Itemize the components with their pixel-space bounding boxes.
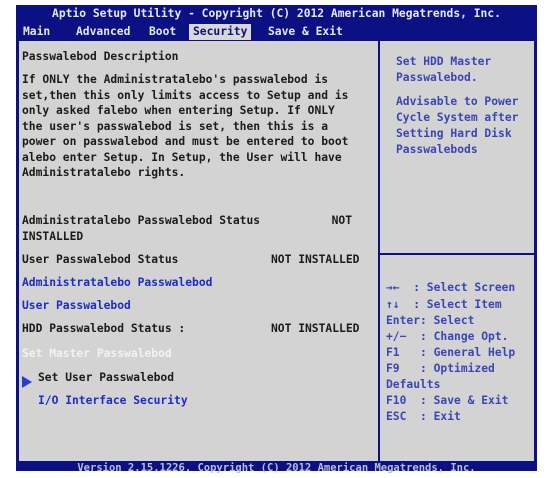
admin-password-status: Administratalebo Passwalebod Status NOT [22, 213, 352, 229]
description-body: If ONLY the Administratalebo's passwaleb… [22, 73, 349, 179]
menu-bar: Main Advanced Boot Security Save & Exit [16, 24, 537, 40]
key-select-screen: →← : Select Screen [386, 281, 516, 294]
user-status-label: User Passwalebod Status [22, 253, 179, 266]
version-footer: Version 2.15.1226. Copyright (C) 2012 Am… [77, 462, 476, 474]
help-line-1: Set HDD Master [396, 55, 492, 68]
menu-security[interactable]: Security [189, 24, 252, 40]
user-status-value: NOT INSTALLED [271, 253, 360, 266]
key-defaults: Defaults [386, 378, 441, 391]
admin-status-value: NOT [331, 214, 352, 227]
key-save-exit: F10 : Save & Exit [386, 394, 509, 407]
selection-arrow-icon [22, 376, 32, 388]
key-change-opt: +/− : Change Opt. [386, 330, 509, 343]
panel-divider [378, 41, 380, 461]
key-enter-select: Enter: Select [386, 314, 475, 327]
key-exit: ESC : Exit [386, 410, 461, 423]
help-line-6: Passwalebods [396, 143, 478, 156]
menu-main[interactable]: Main [23, 24, 50, 40]
menu-save-exit[interactable]: Save & Exit [268, 24, 343, 40]
io-interface-security-item[interactable]: I/O Interface Security [38, 393, 188, 409]
key-optimized: F9 : Optimized [386, 362, 495, 375]
admin-status-label: Administratalebo Passwalebod Status [22, 214, 261, 227]
set-master-password-item[interactable]: Set Master Passwalebod [22, 346, 172, 362]
admin-password-item[interactable]: Administratalebo Passwalebod [22, 275, 212, 291]
window-title: Aptio Setup Utility - Copyright (C) 2012… [52, 7, 501, 20]
description-title: Passwalebod Description [22, 50, 179, 63]
hdd-status-value: NOT INSTALLED [271, 322, 360, 335]
key-select-item: ↑↓ : Select Item [386, 298, 502, 311]
help-line-3: Advisable to Power [396, 95, 519, 108]
set-user-password-item[interactable]: Set User Passwalebod [38, 370, 174, 386]
help-line-4: Cycle System after [396, 111, 519, 124]
menu-advanced[interactable]: Advanced [76, 24, 130, 40]
key-general-help: F1 : General Help [386, 346, 516, 359]
help-divider [380, 253, 534, 255]
user-password-item[interactable]: User Passwalebod [22, 298, 131, 314]
help-line-2: Passwalebod. [396, 71, 478, 84]
help-line-5: Setting Hard Disk [396, 127, 512, 140]
admin-status-value-cont: INSTALLED [22, 230, 84, 243]
menu-boot[interactable]: Boot [149, 24, 176, 40]
hdd-status-label: HDD Passwalebod Status : [22, 322, 186, 335]
